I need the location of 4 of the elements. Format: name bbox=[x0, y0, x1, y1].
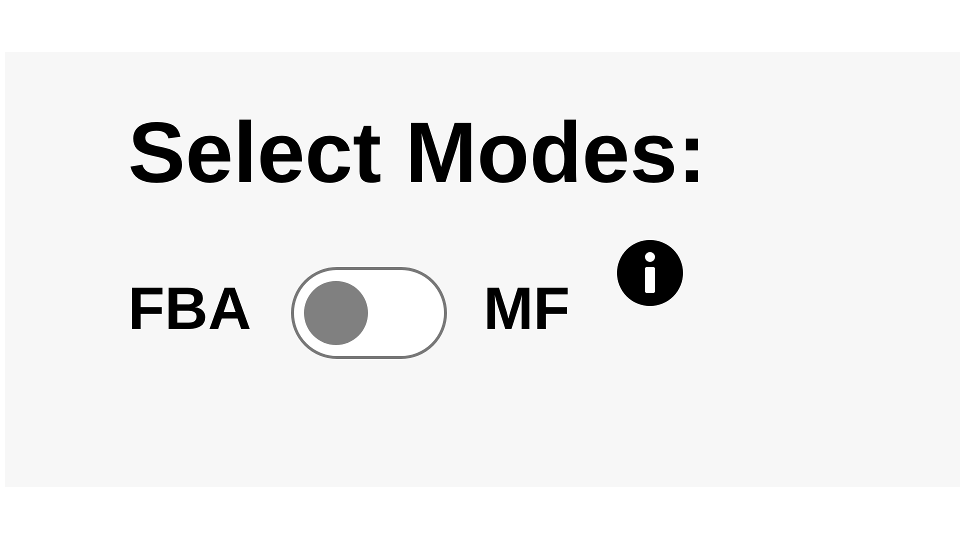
mode-label: MF bbox=[483, 274, 570, 344]
info-icon[interactable] bbox=[616, 238, 684, 307]
mode-label: FBA bbox=[128, 274, 252, 344]
section-title: Select Modes: bbox=[128, 104, 708, 203]
